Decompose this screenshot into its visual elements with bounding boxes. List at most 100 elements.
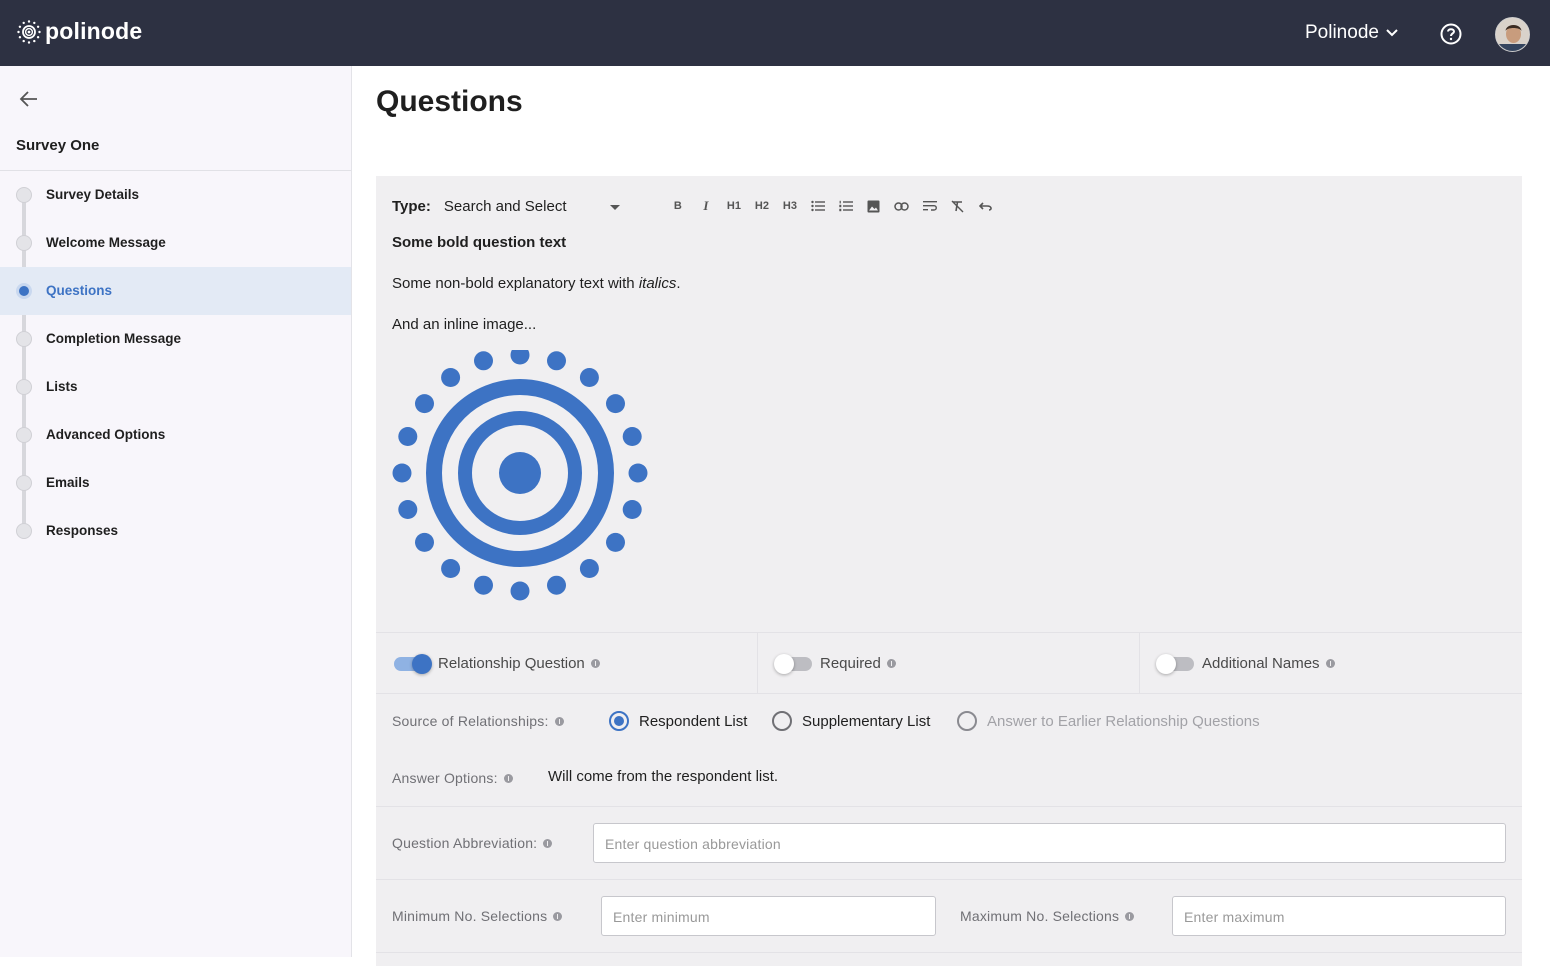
- info-icon[interactable]: [1125, 911, 1135, 921]
- info-icon[interactable]: [554, 716, 564, 726]
- answer-options-label: Answer Options:: [392, 770, 513, 786]
- explanatory-text: Some non-bold explanatory text with: [392, 275, 639, 292]
- sidebar-item-responses[interactable]: Responses: [0, 507, 351, 555]
- radio-circle: [957, 711, 977, 731]
- relationship-question-label: Relationship Question: [438, 655, 600, 672]
- step-dot: [16, 235, 32, 251]
- brand-name: polinode: [45, 18, 143, 44]
- sidebar-item-label: Lists: [46, 379, 78, 394]
- step-dot: [16, 379, 32, 395]
- switch-knob: [412, 654, 432, 674]
- help-icon[interactable]: [1440, 23, 1462, 45]
- step-dot: [16, 475, 32, 491]
- info-icon[interactable]: [503, 773, 513, 783]
- step-dot: [16, 523, 32, 539]
- sidebar-item-advanced-options[interactable]: Advanced Options: [0, 411, 351, 459]
- question-bold-text: Some bold question text: [392, 234, 567, 251]
- main-content: Questions Type: Search and Select B I H1…: [352, 66, 1550, 966]
- sidebar-item-label: Advanced Options: [46, 427, 166, 442]
- wrap-text-icon: [922, 201, 937, 211]
- org-menu-button[interactable]: Polinode: [1305, 22, 1399, 44]
- question-type-value: Search and Select: [443, 197, 567, 215]
- undo-button[interactable]: [972, 196, 1000, 216]
- required-switch[interactable]: [774, 654, 812, 674]
- sidebar: Survey One Survey Details Welcome Messag…: [0, 66, 352, 957]
- inline-image-caption: And an inline image...: [392, 316, 537, 333]
- clear-format-icon: [951, 200, 964, 212]
- info-icon[interactable]: [543, 838, 553, 848]
- minimum-selections-input[interactable]: Enter minimum: [601, 896, 936, 936]
- h1-button[interactable]: H1: [720, 196, 748, 216]
- page-title: Questions: [376, 85, 523, 118]
- switch-knob: [1156, 654, 1176, 674]
- sidebar-item-survey-details[interactable]: Survey Details: [0, 171, 351, 219]
- info-icon[interactable]: [1325, 659, 1335, 668]
- info-icon[interactable]: [886, 659, 896, 668]
- max-selections-label-text: Maximum No. Selections: [960, 908, 1120, 924]
- italic-button[interactable]: I: [692, 196, 720, 216]
- source-label-text: Source of Relationships:: [392, 713, 549, 729]
- sidebar-item-lists[interactable]: Lists: [0, 363, 351, 411]
- min-selections-label-text: Minimum No. Selections: [392, 908, 548, 924]
- editor-toolbar: Type: Search and Select B I H1 H2 H3: [392, 196, 1000, 216]
- relationship-question-switch[interactable]: [394, 654, 432, 674]
- info-icon[interactable]: [553, 911, 563, 921]
- answer-options-label-text: Answer Options:: [392, 770, 498, 786]
- sidebar-item-label: Emails: [46, 475, 90, 490]
- radio-respondent-list[interactable]: Respondent List: [609, 711, 747, 731]
- explanatory-suffix: .: [676, 275, 681, 292]
- link-icon: [894, 201, 910, 211]
- bold-button[interactable]: B: [664, 196, 692, 216]
- divider: [376, 879, 1522, 880]
- avatar-image: [1496, 18, 1529, 51]
- question-abbreviation-input[interactable]: Enter question abbreviation: [593, 823, 1506, 863]
- bold-button-label: B: [673, 200, 682, 212]
- info-icon[interactable]: [590, 659, 600, 668]
- sidebar-item-label: Welcome Message: [46, 235, 166, 250]
- caret-down-icon: [609, 204, 620, 210]
- link-button[interactable]: [888, 196, 916, 216]
- bullet-list-button[interactable]: [804, 196, 832, 216]
- sidebar-item-emails[interactable]: Emails: [0, 459, 351, 507]
- sidebar-item-welcome-message[interactable]: Welcome Message: [0, 219, 351, 267]
- radio-supplementary-list[interactable]: Supplementary List: [772, 711, 930, 731]
- step-dot: [16, 331, 32, 347]
- radio-earlier-relationship-answers[interactable]: Answer to Earlier Relationship Questions: [957, 711, 1260, 731]
- minimum-selections-label: Minimum No. Selections: [392, 908, 563, 924]
- chevron-down-icon: [1386, 29, 1398, 37]
- relationship-question-text: Relationship Question: [438, 655, 585, 672]
- survey-name: Survey One: [16, 137, 100, 154]
- polinode-logo[interactable]: polinode: [16, 18, 142, 45]
- top-bar: polinode Polinode: [0, 0, 1550, 66]
- radio-circle: [772, 711, 792, 731]
- user-avatar[interactable]: [1495, 17, 1530, 52]
- h3-button[interactable]: H3: [776, 196, 804, 216]
- question-type-select[interactable]: Search and Select: [444, 198, 620, 215]
- question-editor[interactable]: Some bold question text Some non-bold ex…: [392, 234, 1492, 601]
- clear-format-button[interactable]: [944, 196, 972, 216]
- wrap-text-button[interactable]: [916, 196, 944, 216]
- italic-button-label: I: [703, 198, 709, 213]
- radio-label: Respondent List: [639, 712, 748, 730]
- maximum-selections-input[interactable]: Enter maximum: [1172, 896, 1506, 936]
- bullet-list-icon: [811, 200, 825, 212]
- switch-knob: [774, 654, 794, 674]
- maximum-selections-label: Maximum No. Selections: [960, 908, 1135, 924]
- radio-label: Answer to Earlier Relationship Questions: [987, 712, 1260, 730]
- image-button[interactable]: [860, 196, 888, 216]
- polinode-logo-icon: [17, 19, 41, 44]
- radio-circle: [609, 711, 629, 731]
- numbered-list-button[interactable]: [832, 196, 860, 216]
- answer-options-value: Will come from the respondent list.: [548, 768, 779, 785]
- sidebar-item-completion-message[interactable]: Completion Message: [0, 315, 351, 363]
- radio-label: Supplementary List: [802, 712, 931, 730]
- additional-names-switch[interactable]: [1156, 654, 1194, 674]
- question-explanatory-text: Some non-bold explanatory text with ital…: [392, 275, 1492, 293]
- h2-button[interactable]: H2: [748, 196, 776, 216]
- undo-icon: [978, 202, 992, 211]
- sidebar-item-questions[interactable]: Questions: [0, 267, 351, 315]
- sidebar-item-label: Responses: [46, 523, 119, 538]
- required-label: Required: [820, 655, 896, 672]
- back-arrow-icon[interactable]: [18, 88, 40, 110]
- additional-names-label: Additional Names: [1202, 655, 1335, 672]
